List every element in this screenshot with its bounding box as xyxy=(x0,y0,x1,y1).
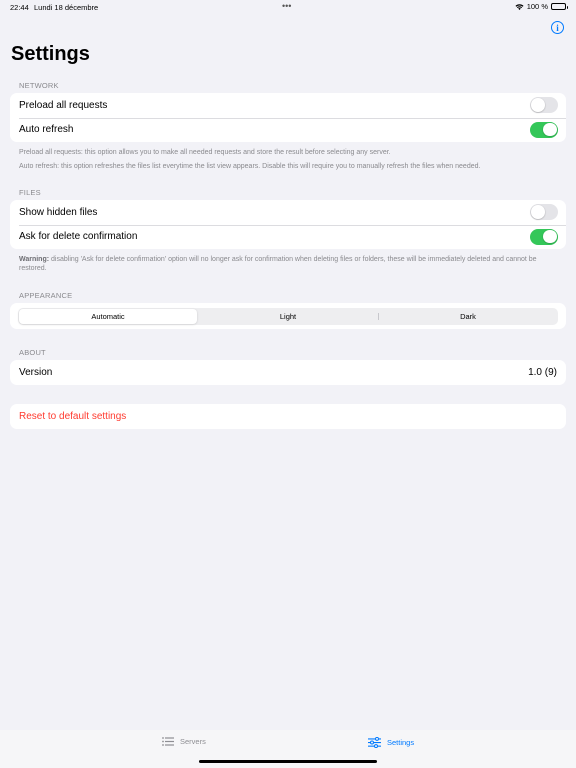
warning-label: Warning: xyxy=(19,256,50,263)
list-icon xyxy=(162,737,174,746)
show-hidden-files-row: Show hidden files xyxy=(10,200,566,225)
wifi-icon xyxy=(515,3,524,10)
sliders-icon xyxy=(368,737,381,748)
tab-bar: Servers Settings xyxy=(0,730,576,768)
network-footer-line1: Preload all requests: this option allows… xyxy=(19,149,391,156)
reset-settings-button[interactable]: Reset to default settings xyxy=(10,404,566,429)
network-footer-note: Preload all requests: this option allows… xyxy=(19,149,559,171)
appearance-segmented-control: Automatic Light Dark xyxy=(18,307,558,325)
battery-icon xyxy=(551,3,568,10)
reset-group: Reset to default settings xyxy=(10,404,566,429)
segment-automatic[interactable]: Automatic xyxy=(19,308,197,324)
about-group: Version 1.0 (9) xyxy=(10,360,566,385)
show-hidden-files-label: Show hidden files xyxy=(19,206,98,218)
files-footer-text: disabling 'Ask for delete confirmation' … xyxy=(19,256,537,272)
info-glyph: i xyxy=(556,22,559,33)
status-time: 22:44 xyxy=(10,3,29,12)
preload-requests-label: Preload all requests xyxy=(19,99,108,111)
auto-refresh-label: Auto refresh xyxy=(19,124,74,136)
battery-percent: 100 % xyxy=(526,2,548,11)
files-group: Show hidden files Ask for delete confirm… xyxy=(10,200,566,249)
segment-dark[interactable]: Dark xyxy=(378,309,557,324)
tab-servers-label: Servers xyxy=(180,737,206,746)
appearance-group: Automatic Light Dark xyxy=(10,303,566,329)
section-header-files: FILES xyxy=(19,188,41,197)
network-footer-line2: Auto refresh: this option refreshes the … xyxy=(19,162,481,170)
version-value: 1.0 (9) xyxy=(528,366,557,378)
page-title: Settings xyxy=(11,43,90,65)
status-date: Lundi 18 décembre xyxy=(34,3,99,12)
auto-refresh-toggle[interactable] xyxy=(530,121,558,138)
delete-confirmation-label: Ask for delete confirmation xyxy=(19,231,138,243)
version-row: Version 1.0 (9) xyxy=(10,360,566,385)
status-bar: 22:44 Lundi 18 décembre ••• 100 % xyxy=(0,0,576,14)
delete-confirmation-row: Ask for delete confirmation xyxy=(10,224,566,250)
files-footer-note: Warning: disabling 'Ask for delete confi… xyxy=(19,256,559,273)
preload-requests-row: Preload all requests xyxy=(10,93,566,118)
tab-settings[interactable]: Settings xyxy=(368,737,414,748)
segment-light[interactable]: Light xyxy=(199,309,377,324)
status-indicators: 100 % xyxy=(515,2,568,11)
section-header-about: ABOUT xyxy=(19,348,46,357)
auto-refresh-row: Auto refresh xyxy=(10,117,566,143)
preload-requests-toggle[interactable] xyxy=(530,97,558,113)
multitasking-dots-icon[interactable]: ••• xyxy=(282,1,291,11)
version-label: Version xyxy=(19,366,53,378)
show-hidden-files-toggle[interactable] xyxy=(530,204,558,220)
section-header-network: NETWORK xyxy=(19,81,59,90)
info-icon[interactable]: i xyxy=(551,21,564,34)
tab-settings-label: Settings xyxy=(387,738,415,747)
delete-confirmation-toggle[interactable] xyxy=(530,228,558,245)
tab-servers[interactable]: Servers xyxy=(162,737,206,746)
network-group: Preload all requests Auto refresh xyxy=(10,93,566,142)
home-indicator[interactable] xyxy=(199,760,377,763)
section-header-appearance: APPEARANCE xyxy=(19,291,73,300)
